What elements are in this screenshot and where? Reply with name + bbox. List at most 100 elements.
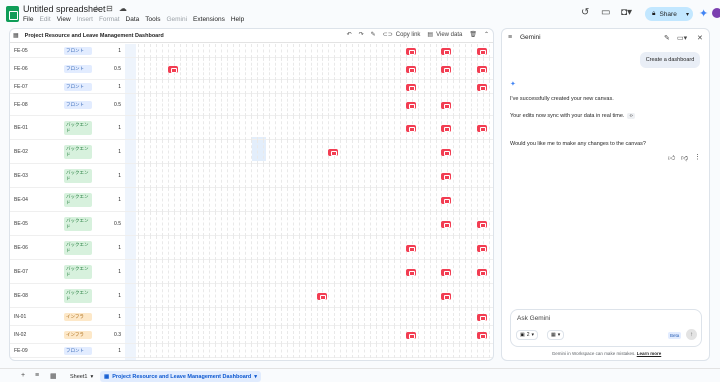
menu-item-gemini[interactable]: Gemini xyxy=(166,16,187,23)
day-gridline xyxy=(185,212,187,236)
leave-marker-icon[interactable] xyxy=(441,148,452,156)
context-chip[interactable]: ▣ 2 ▾ xyxy=(516,330,539,340)
leave-marker-icon[interactable] xyxy=(405,65,416,73)
leave-marker-icon[interactable] xyxy=(405,83,416,91)
day-gridline xyxy=(149,260,151,284)
all-sheets-icon[interactable]: ≡ xyxy=(35,372,39,379)
day-gridline xyxy=(257,140,258,164)
tab-dashboard[interactable]: ▦ Project Resource and Leave Management D… xyxy=(100,371,262,382)
leave-marker-icon[interactable] xyxy=(477,65,488,73)
day-gridline xyxy=(161,344,163,358)
day-gridline xyxy=(185,80,187,94)
menu-item-file[interactable]: File xyxy=(23,16,33,23)
thumbs-up-icon[interactable]: 👍︎ xyxy=(668,153,675,162)
tab-sheet1[interactable]: Sheet1 ▾ xyxy=(66,371,97,382)
history-icon[interactable]: ↺ xyxy=(581,7,589,18)
canvas-list-icon[interactable]: ▦ xyxy=(50,372,57,380)
delete-icon[interactable]: 🗑︎ xyxy=(469,31,477,38)
leave-marker-icon[interactable] xyxy=(405,124,416,132)
day-gridline xyxy=(251,326,253,344)
undo-icon[interactable]: ↶ xyxy=(347,31,352,38)
menu-item-tools[interactable]: Tools xyxy=(145,16,160,23)
day-gridline xyxy=(298,116,300,140)
day-gridline xyxy=(376,344,377,358)
code-icon[interactable]: ‹› xyxy=(627,113,635,119)
more-options-icon[interactable]: ⋮ xyxy=(694,153,701,161)
ask-gemini-input[interactable]: Ask Gemini ▣ 2 ▾ ▦ ▾ Beta ↑ xyxy=(510,309,702,347)
menu-item-extensions[interactable]: Extensions xyxy=(193,16,225,23)
leave-marker-icon[interactable] xyxy=(477,244,488,252)
leave-marker-icon[interactable] xyxy=(441,124,452,132)
leave-marker-icon[interactable] xyxy=(405,47,416,55)
leave-marker-icon[interactable] xyxy=(441,220,452,228)
day-gridline xyxy=(387,236,389,260)
day-gridline xyxy=(191,236,193,260)
leave-marker-icon[interactable] xyxy=(328,148,339,156)
day-gridline xyxy=(423,236,425,260)
edit-icon[interactable]: ✎ xyxy=(371,31,376,38)
thumbs-down-icon[interactable]: 👎︎ xyxy=(681,153,688,162)
leave-marker-icon[interactable] xyxy=(441,196,452,204)
allocation-value: 0.3 xyxy=(114,332,121,338)
leave-marker-icon[interactable] xyxy=(441,47,452,55)
cloud-status-icon[interactable]: ☁ xyxy=(119,4,127,13)
leave-marker-icon[interactable] xyxy=(405,268,416,276)
gemini-sparkle-icon[interactable]: ✦ xyxy=(699,7,708,20)
chevron-down-icon[interactable]: ▾ xyxy=(686,11,689,18)
menu-item-edit[interactable]: Edit xyxy=(39,16,50,23)
star-icon[interactable]: ☆ xyxy=(93,4,100,13)
menu-icon[interactable]: ≡ xyxy=(508,34,512,41)
comment-icon[interactable]: ▭ xyxy=(601,7,610,18)
view-data-button[interactable]: ▤ View data xyxy=(427,31,462,39)
day-gridline xyxy=(286,308,288,326)
leave-marker-icon[interactable] xyxy=(441,172,452,180)
day-gridline xyxy=(370,236,372,260)
leave-marker-icon[interactable] xyxy=(441,101,452,109)
day-gridline xyxy=(203,80,205,94)
leave-marker-icon[interactable] xyxy=(477,268,488,276)
day-gridline xyxy=(387,140,389,164)
layout-icon[interactable]: ▭▾ xyxy=(677,34,687,42)
leave-marker-icon[interactable] xyxy=(441,268,452,276)
learn-more-link[interactable]: Learn more xyxy=(637,351,662,356)
leave-marker-icon[interactable] xyxy=(405,244,416,252)
sheets-logo-icon[interactable] xyxy=(6,6,19,22)
day-gridline xyxy=(465,44,467,58)
leave-marker-icon[interactable] xyxy=(477,313,488,321)
menu-item-data[interactable]: Data xyxy=(126,16,140,23)
leave-marker-icon[interactable] xyxy=(477,124,488,132)
day-gridline xyxy=(286,326,288,344)
collapse-icon[interactable]: ⌃ xyxy=(484,31,489,38)
day-gridline xyxy=(322,44,324,58)
menu-item-insert[interactable]: Insert xyxy=(77,16,93,23)
menu-item-view[interactable]: View xyxy=(57,16,71,23)
meet-icon[interactable]: ◘▾ xyxy=(621,7,632,18)
add-sheet-icon[interactable]: + xyxy=(21,372,25,379)
close-icon[interactable]: ✕ xyxy=(697,34,703,42)
leave-marker-icon[interactable] xyxy=(405,331,416,339)
day-gridline xyxy=(346,236,348,260)
tools-chip[interactable]: ▦ ▾ xyxy=(547,330,565,340)
leave-marker-icon[interactable] xyxy=(441,65,452,73)
leave-marker-icon[interactable] xyxy=(167,65,178,73)
share-button[interactable]: 🔒︎ Share ▾ xyxy=(645,7,693,21)
send-button[interactable]: ↑ xyxy=(686,329,697,340)
leave-marker-icon[interactable] xyxy=(477,83,488,91)
leave-marker-icon[interactable] xyxy=(477,220,488,228)
day-gridline xyxy=(405,308,407,326)
leave-marker-icon[interactable] xyxy=(316,292,327,300)
new-chat-icon[interactable]: ✎ xyxy=(664,34,670,42)
day-gridline xyxy=(459,308,461,326)
day-gridline xyxy=(411,164,413,188)
move-folder-icon[interactable]: ⊟ xyxy=(106,4,113,13)
day-gridline xyxy=(381,308,383,326)
copy-link-button[interactable]: ⊂⊃ Copy link xyxy=(383,31,421,39)
leave-marker-icon[interactable] xyxy=(477,331,488,339)
leave-marker-icon[interactable] xyxy=(405,101,416,109)
avatar[interactable] xyxy=(712,8,720,18)
leave-marker-icon[interactable] xyxy=(477,47,488,55)
leave-marker-icon[interactable] xyxy=(441,292,452,300)
menu-item-format[interactable]: Format xyxy=(99,16,120,23)
redo-icon[interactable]: ↷ xyxy=(359,31,364,38)
menu-item-help[interactable]: Help xyxy=(231,16,244,23)
